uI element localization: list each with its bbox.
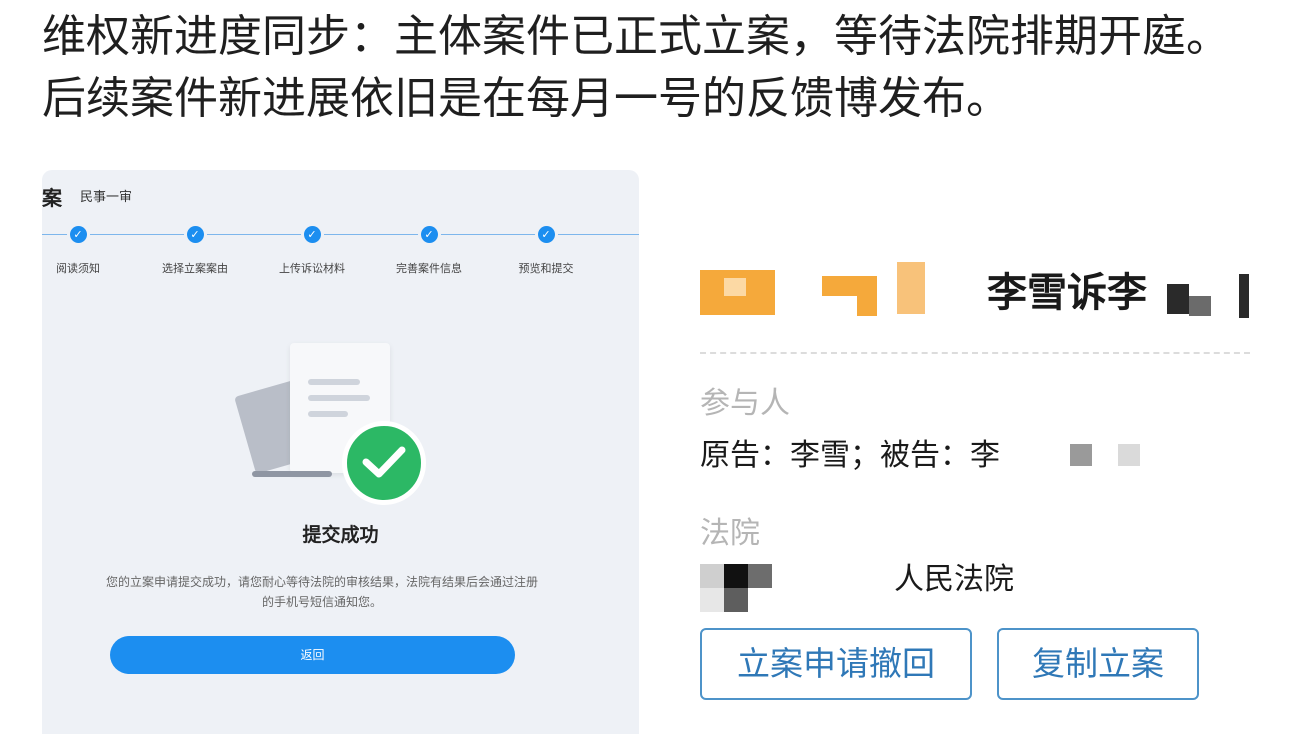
step-label: 上传诉讼材料 bbox=[279, 262, 345, 275]
divider bbox=[700, 352, 1250, 354]
return-button[interactable]: 返回 bbox=[110, 636, 515, 674]
check-icon: ✓ bbox=[186, 226, 204, 243]
redaction-mosaic bbox=[857, 276, 877, 316]
redaction-mosaic bbox=[724, 278, 746, 296]
copy-filing-button[interactable]: 复制立案 bbox=[997, 628, 1199, 700]
case-name: 李雪诉李 bbox=[987, 270, 1147, 316]
step-complete-info: ✓ 完善案件信息 bbox=[369, 226, 489, 276]
redaction-mosaic bbox=[748, 564, 772, 588]
step-choose-cause: ✓ 选择立案案由 bbox=[135, 226, 255, 276]
redaction-mosaic bbox=[1239, 274, 1249, 318]
check-icon: ✓ bbox=[69, 226, 87, 243]
redaction-mosaic bbox=[1189, 296, 1211, 316]
redaction-mosaic bbox=[1167, 284, 1189, 314]
step-read-notice: ✓ 阅读须知 bbox=[42, 226, 138, 276]
participants-label: 参与人 bbox=[700, 386, 790, 421]
case-title: 案 bbox=[42, 186, 62, 210]
illustration-base bbox=[252, 471, 332, 477]
step-preview-submit: ✓ 预览和提交 bbox=[486, 226, 606, 276]
step-label: 阅读须知 bbox=[56, 262, 100, 275]
redaction-mosaic bbox=[700, 588, 724, 612]
case-detail-screenshot: 李雪诉李 参与人 原告：李雪；被告：李 法院 人民法院 立案申请撤回 复制立案 bbox=[652, 218, 1252, 734]
withdraw-filing-button[interactable]: 立案申请撤回 bbox=[700, 628, 972, 700]
check-icon: ✓ bbox=[420, 226, 438, 243]
document-success-illustration bbox=[232, 335, 442, 505]
redaction-mosaic bbox=[724, 564, 748, 588]
post-text: 维权新进度同步：主体案件已正式立案，等待法院排期开庭。后续案件新进展依旧是在每月… bbox=[42, 11, 1230, 124]
step-label: 选择立案案由 bbox=[162, 262, 228, 275]
participants-value: 原告：李雪；被告：李 bbox=[700, 438, 1000, 473]
redaction-mosaic bbox=[700, 564, 724, 588]
step-label: 完善案件信息 bbox=[396, 262, 462, 275]
check-icon: ✓ bbox=[303, 226, 321, 243]
redaction-mosaic bbox=[724, 588, 748, 612]
redaction-mosaic bbox=[1118, 444, 1140, 466]
check-icon: ✓ bbox=[537, 226, 555, 243]
case-type: 民事一审 bbox=[80, 190, 133, 205]
step-upload-materials: ✓ 上传诉讼材料 bbox=[252, 226, 372, 276]
submission-screenshot: 案 民事一审 ✓ 阅读须知 ✓ 选择立案案由 ✓ 上传诉讼材料 ✓ 完善案件信息… bbox=[42, 170, 639, 734]
success-check-icon bbox=[342, 421, 426, 505]
court-value: 人民法院 bbox=[894, 562, 1014, 597]
redaction-mosaic bbox=[897, 262, 925, 314]
step-label: 预览和提交 bbox=[518, 262, 574, 275]
court-label: 法院 bbox=[700, 516, 760, 551]
success-title: 提交成功 bbox=[302, 524, 379, 546]
success-description: 您的立案申请提交成功，请您耐心等待法院的审核结果，法院有结果后会通过注册的手机号… bbox=[105, 575, 538, 609]
redaction-mosaic bbox=[1070, 444, 1092, 466]
